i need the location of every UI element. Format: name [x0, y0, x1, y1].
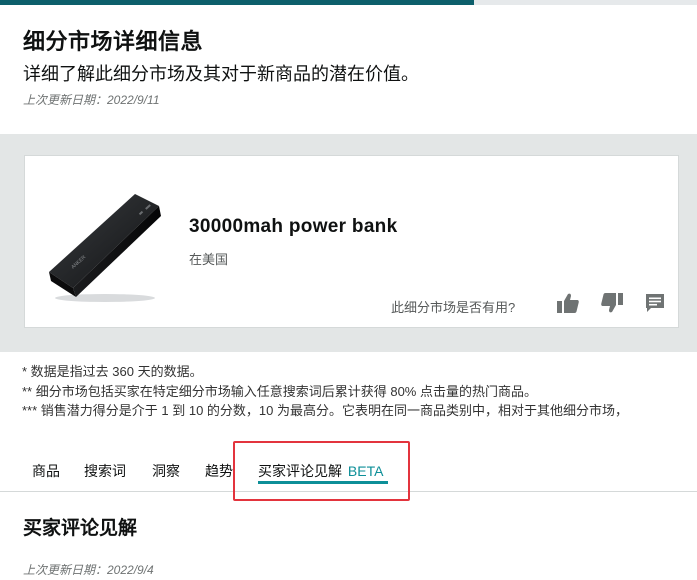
product-name: 30000mah power bank [189, 216, 398, 237]
progress-track [0, 0, 697, 5]
page-subtitle: 详细了解此细分市场及其对于新商品的潜在价值。 [23, 64, 419, 84]
page-title: 细分市场详细信息 [23, 29, 204, 54]
footnote-2: ** 细分市场包括买家在特定细分市场输入任意搜索词后累计获得 80% 点击量的热… [22, 383, 537, 399]
thumbs-down-icon [601, 293, 623, 313]
thumbs-up-button[interactable] [555, 290, 581, 316]
beta-badge: BETA [347, 463, 384, 479]
tab-products[interactable]: 商品 [32, 461, 60, 481]
section-last-updated: 上次更新日期：2022/9/4 [23, 563, 154, 577]
tab-label: 买家评论见解 [258, 463, 342, 479]
comment-button[interactable] [642, 290, 668, 316]
active-tab-indicator [258, 481, 388, 484]
section-title: 买家评论见解 [23, 518, 138, 539]
footnote-1: * 数据是指过去 360 天的数据。 [22, 364, 203, 379]
product-image: ANKER [49, 194, 161, 302]
last-updated: 上次更新日期：2022/9/11 [23, 93, 160, 107]
thumbs-up-icon [557, 293, 579, 313]
helpful-question: 此细分市场是否有用? [391, 300, 516, 315]
thumbs-down-button[interactable] [599, 290, 625, 316]
footnote-3: *** 销售潜力得分是介于 1 到 10 的分数，10 为最高分。它表明在同一商… [22, 403, 628, 418]
product-location: 在美国 [189, 252, 229, 267]
tab-search-terms[interactable]: 搜索词 [84, 461, 126, 481]
tab-trends[interactable]: 趋势 [205, 461, 233, 481]
progress-fill [0, 0, 474, 5]
product-card: ANKER 30000mah power bank 在美国 此细分市场是否有用? [24, 155, 679, 328]
footnotes: * 数据是指过去 360 天的数据。 ** 细分市场包括买家在特定细分市场输入任… [22, 362, 628, 421]
comment-icon [646, 294, 664, 312]
tab-bar: 商品 搜索词 洞察 趋势 买家评论见解 BETA [0, 452, 697, 492]
tab-insights[interactable]: 洞察 [152, 461, 180, 481]
tab-buyer-review-insights[interactable]: 买家评论见解 BETA [258, 461, 383, 481]
